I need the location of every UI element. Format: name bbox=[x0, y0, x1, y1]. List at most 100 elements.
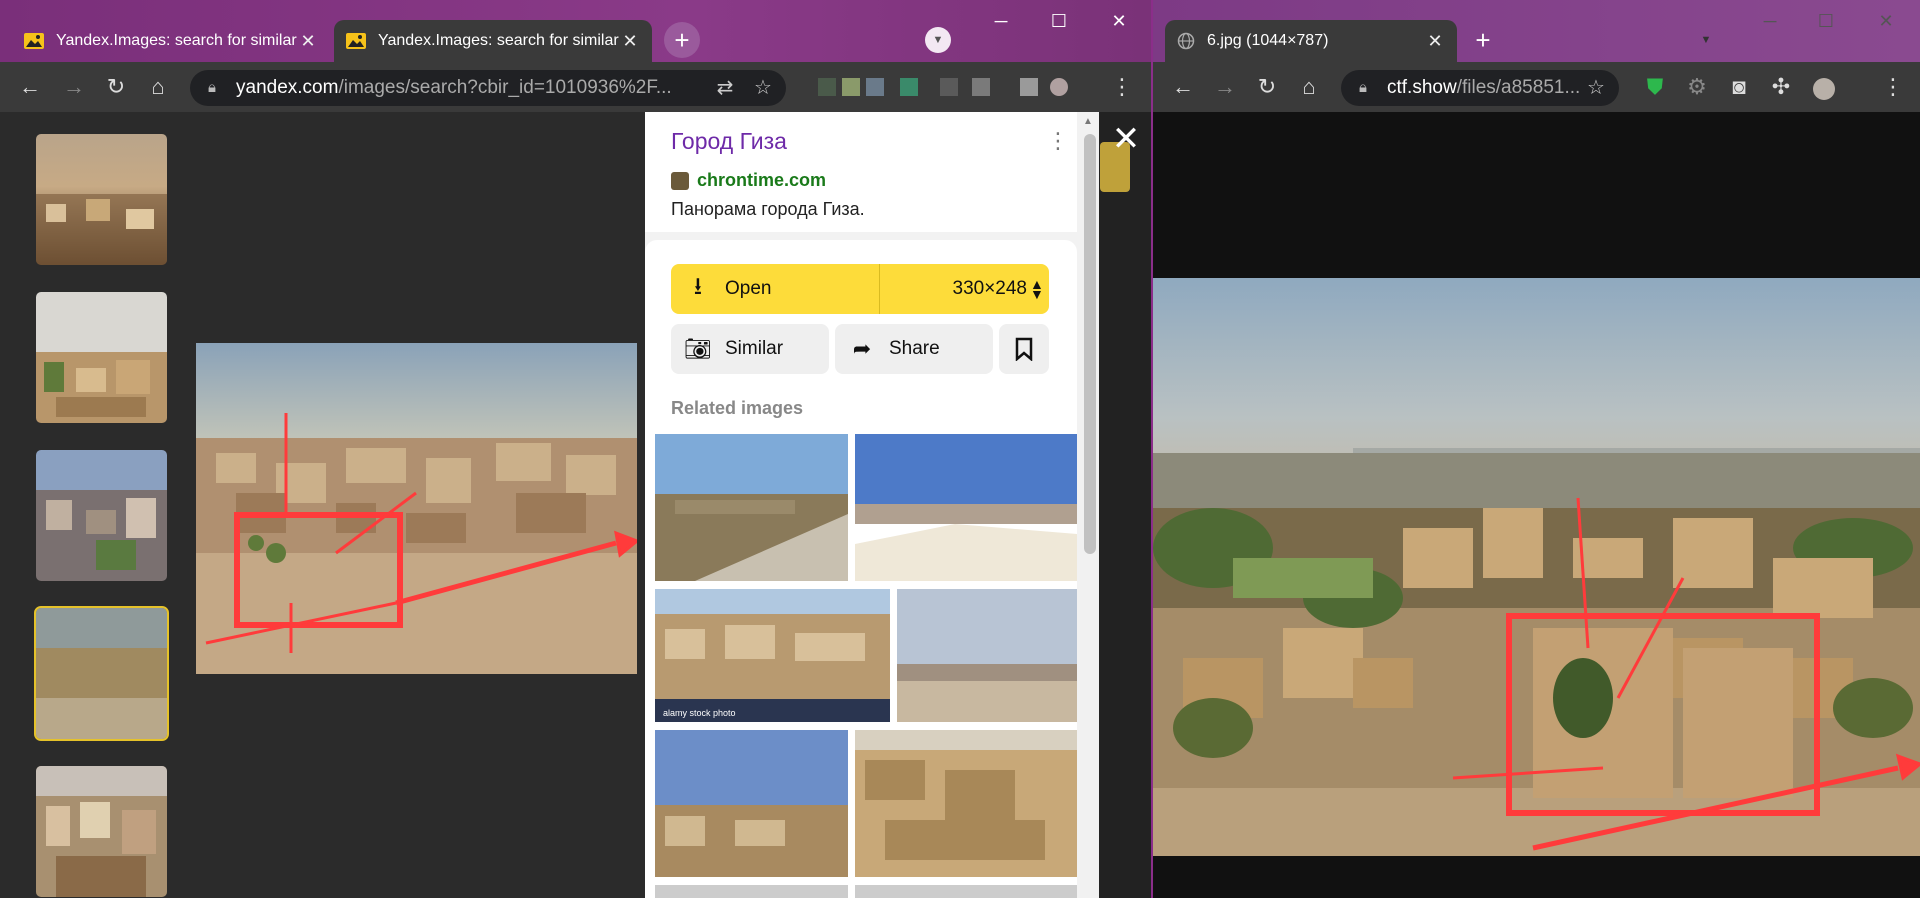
url-path: /files/a85851... bbox=[1456, 77, 1581, 98]
more-options-icon[interactable]: ⋮ bbox=[1047, 128, 1069, 154]
similar-button[interactable]: 📷︎ Similar bbox=[671, 324, 829, 374]
panel-scrollbar[interactable]: ▲ bbox=[1080, 112, 1099, 898]
extension-icon[interactable] bbox=[940, 78, 958, 96]
thumbnail[interactable] bbox=[36, 292, 167, 423]
open-image-button[interactable]: ⭳ Open 330×248 ▲ ▼ bbox=[671, 264, 1049, 314]
open-label: Open bbox=[725, 278, 772, 299]
extension-glasses-icon[interactable]: ◙ bbox=[1723, 71, 1755, 103]
forward-icon[interactable]: → bbox=[1209, 71, 1241, 103]
extension-icon[interactable] bbox=[900, 78, 918, 96]
stock-watermark: alamy stock photo bbox=[663, 708, 736, 718]
share-arrow-icon: ➦ bbox=[852, 336, 872, 361]
extension-icon[interactable] bbox=[818, 78, 836, 96]
minimize-button[interactable]: ─ bbox=[978, 6, 1024, 36]
extension-icon[interactable] bbox=[842, 78, 860, 96]
tab-close-icon[interactable]: ✕ bbox=[1425, 31, 1445, 52]
url-path: /images/search?cbir_id=1010936%2F... bbox=[338, 77, 672, 98]
globe-icon bbox=[1177, 32, 1195, 50]
bookmark-star-icon[interactable]: ☆ bbox=[1581, 70, 1611, 106]
domain-link[interactable]: chrontime.com bbox=[671, 170, 826, 191]
related-image[interactable] bbox=[655, 730, 848, 877]
image-viewer: Город Гиза ⋮ chrontime.com Панорама горо… bbox=[0, 112, 1151, 898]
scroll-up-icon[interactable]: ▲ bbox=[1083, 116, 1093, 127]
thumbnail[interactable] bbox=[36, 450, 167, 581]
menu-icon[interactable]: ⋮ bbox=[1877, 71, 1909, 103]
toolbar: ← → ↻ ⌂ 🔒︎ yandex.com/images/search?cbir… bbox=[0, 62, 1151, 112]
maximize-button[interactable]: ☐ bbox=[1803, 6, 1849, 36]
panel-header: Город Гиза ⋮ chrontime.com Панорама горо… bbox=[645, 112, 1077, 232]
preview-image bbox=[196, 343, 637, 674]
camera-icon: 📷︎ bbox=[684, 336, 712, 361]
shield-icon[interactable]: ⛊ bbox=[1639, 71, 1671, 103]
reload-icon[interactable]: ↻ bbox=[1251, 71, 1283, 103]
gear-icon[interactable]: ⚙ bbox=[1681, 71, 1713, 103]
address-bar[interactable]: 🔒︎ yandex.com/images/search?cbir_id=1010… bbox=[190, 70, 786, 106]
url-host: ctf.show bbox=[1387, 77, 1457, 98]
tab-close-icon[interactable]: ✕ bbox=[298, 31, 318, 52]
extension-icon[interactable] bbox=[866, 78, 884, 96]
address-bar[interactable]: 🔒︎ ctf.show/files/a85851... ☆ bbox=[1341, 70, 1619, 106]
avatar[interactable] bbox=[1813, 78, 1835, 100]
toolbar: ← → ↻ ⌂ 🔒︎ ctf.show/files/a85851... ☆ ⛊ … bbox=[1153, 62, 1920, 112]
back-icon[interactable]: ← bbox=[1167, 71, 1199, 103]
image-page bbox=[1153, 112, 1920, 898]
tab-close-icon[interactable]: ✕ bbox=[620, 31, 640, 52]
extension-icon[interactable] bbox=[1020, 78, 1038, 96]
site-favicon-icon bbox=[671, 171, 689, 190]
related-image[interactable] bbox=[897, 589, 1077, 722]
tab-search-icon[interactable]: ▼ bbox=[1693, 27, 1719, 53]
related-image[interactable] bbox=[855, 730, 1077, 877]
avatar[interactable] bbox=[1050, 78, 1068, 96]
thumbnail-selected[interactable] bbox=[34, 606, 169, 741]
tab-image-file[interactable]: 6.jpg (1044×787) ✕ bbox=[1165, 20, 1457, 62]
tab-yandex-1[interactable]: Yandex.Images: search for similar ✕ bbox=[12, 20, 330, 62]
related-image[interactable] bbox=[855, 885, 1077, 898]
home-icon[interactable]: ⌂ bbox=[142, 71, 174, 103]
thumbnail[interactable] bbox=[36, 134, 167, 265]
close-window-button[interactable]: ✕ bbox=[1096, 6, 1142, 36]
new-tab-button[interactable]: + bbox=[664, 22, 700, 58]
tab-strip: 6.jpg (1044×787) ✕ + ▼ ─ ☐ ✕ bbox=[1153, 0, 1920, 62]
related-image[interactable] bbox=[655, 885, 848, 898]
url-host: yandex.com bbox=[236, 77, 339, 98]
tab-yandex-2[interactable]: Yandex.Images: search for similar ✕ bbox=[334, 20, 652, 62]
related-image[interactable]: alamy stock photo bbox=[655, 589, 890, 722]
site-title-link[interactable]: Город Гиза bbox=[671, 128, 787, 155]
yandex-images-favicon-icon bbox=[346, 33, 366, 49]
browser-window-yandex: Yandex.Images: search for similar ✕ Yand… bbox=[0, 0, 1151, 898]
background-results bbox=[1095, 112, 1151, 898]
image-info-panel: Город Гиза ⋮ chrontime.com Панорама горо… bbox=[645, 112, 1099, 898]
close-viewer-button[interactable]: ✕ bbox=[1108, 121, 1144, 157]
related-image[interactable] bbox=[855, 434, 1077, 581]
puzzle-icon[interactable]: ✣ bbox=[1765, 71, 1797, 103]
back-icon[interactable]: ← bbox=[14, 71, 46, 103]
panel-body: ⭳ Open 330×248 ▲ ▼ 📷︎ Similar ➦ Share Re… bbox=[645, 240, 1077, 898]
close-window-button[interactable]: ✕ bbox=[1863, 6, 1909, 36]
bookmark-button[interactable] bbox=[999, 324, 1049, 374]
forward-icon[interactable]: → bbox=[58, 71, 90, 103]
related-image[interactable] bbox=[655, 434, 848, 581]
download-icon: ⭳ bbox=[693, 272, 703, 300]
tab-strip: Yandex.Images: search for similar ✕ Yand… bbox=[0, 0, 1151, 62]
similar-label: Similar bbox=[725, 338, 784, 359]
reload-icon[interactable]: ↻ bbox=[100, 71, 132, 103]
image-size-select[interactable]: 330×248 bbox=[897, 278, 1028, 300]
tab-title: 6.jpg (1044×787) bbox=[1207, 32, 1329, 49]
tab-search-icon[interactable]: ▼ bbox=[925, 27, 951, 53]
bookmark-star-icon[interactable]: ☆ bbox=[748, 70, 778, 106]
minimize-button[interactable]: ─ bbox=[1747, 6, 1793, 36]
bookmark-icon bbox=[1015, 337, 1033, 361]
maximize-button[interactable]: ☐ bbox=[1036, 6, 1082, 36]
extension-icon[interactable] bbox=[972, 78, 990, 96]
translate-icon[interactable]: ⇄ bbox=[710, 70, 740, 106]
share-button[interactable]: ➦ Share bbox=[835, 324, 993, 374]
size-chevrons-icon: ▲ ▼ bbox=[1030, 276, 1044, 302]
new-tab-button[interactable]: + bbox=[1465, 22, 1501, 58]
tab-title: Yandex.Images: search for similar bbox=[56, 32, 297, 49]
scrollbar-thumb[interactable] bbox=[1084, 134, 1096, 554]
menu-icon[interactable]: ⋮ bbox=[1106, 71, 1138, 103]
domain-text: chrontime.com bbox=[697, 170, 827, 190]
thumbnail[interactable] bbox=[36, 766, 167, 897]
image-description: Панорама города Гиза. bbox=[671, 199, 865, 219]
home-icon[interactable]: ⌂ bbox=[1293, 71, 1325, 103]
